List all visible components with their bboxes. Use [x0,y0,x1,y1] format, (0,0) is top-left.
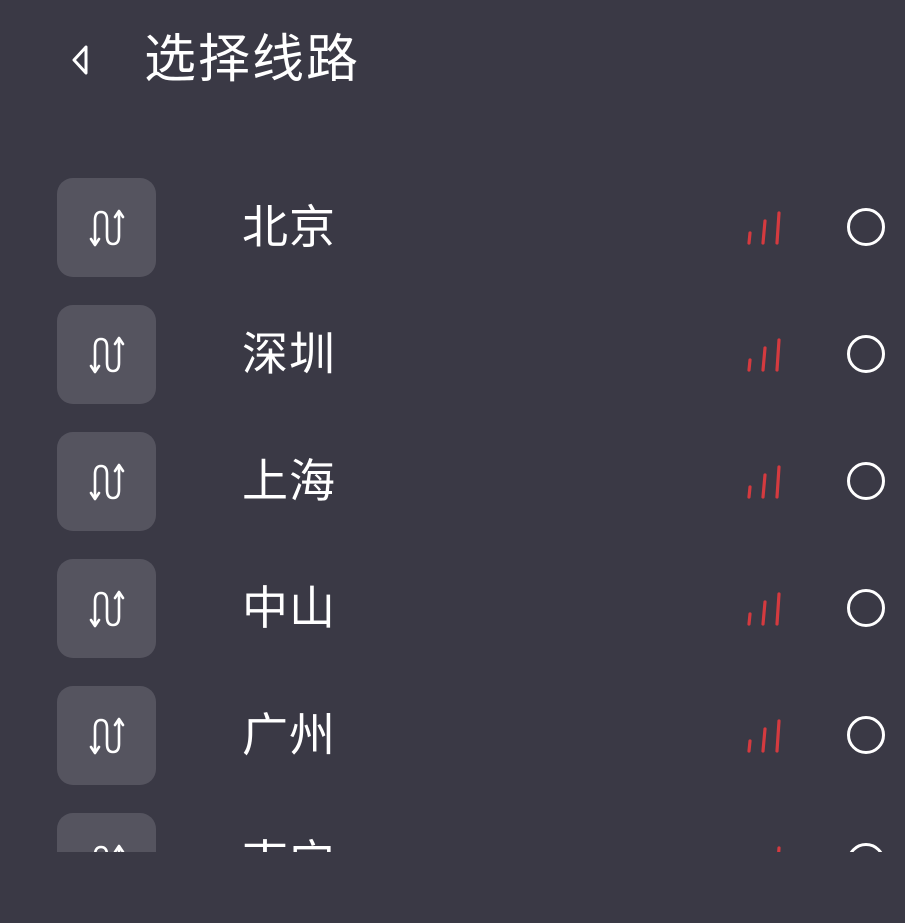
route-item[interactable]: 深圳 [0,305,905,404]
route-s-curve-icon [93,844,124,852]
signal-strength-icon [747,338,781,372]
page-title: 选择线路 [144,30,361,90]
route-s-curve-icon [89,463,124,500]
route-s-curve-icon [89,209,124,246]
route-icon-tile [57,559,156,658]
route-item[interactable]: 广州 [0,686,905,785]
signal-strength-icon [747,719,781,753]
route-item[interactable]: 南宁 [0,813,905,852]
route-radio[interactable] [847,462,885,500]
route-name: 广州 [242,708,336,762]
route-radio[interactable] [847,589,885,627]
signal-strength-icon [747,592,781,626]
route-radio[interactable] [847,843,885,852]
route-icon-tile [57,813,156,852]
route-item[interactable]: 中山 [0,559,905,658]
route-radio[interactable] [847,716,885,754]
route-radio[interactable] [847,335,885,373]
route-icon-tile [57,305,156,404]
route-radio[interactable] [847,208,885,246]
route-icon-tile [57,178,156,277]
route-name: 北京 [242,200,336,254]
signal-strength-icon [747,465,781,499]
route-item[interactable]: 上海 [0,432,905,531]
route-list[interactable]: 北京 深圳 上海 中山 广州 [0,178,905,852]
route-name: 深圳 [242,327,336,381]
route-name: 上海 [242,454,336,508]
route-s-curve-icon [89,336,124,373]
signal-strength-icon [777,846,781,852]
route-name: 中山 [242,581,336,635]
route-icon-tile [57,432,156,531]
back-button[interactable] [56,36,104,84]
route-icon-tile [57,686,156,785]
route-s-curve-icon [89,590,124,627]
route-name: 南宁 [242,834,336,852]
signal-strength-icon [747,211,781,245]
header: 选择线路 [0,0,905,120]
route-s-curve-icon [89,717,124,754]
chevron-left-icon [72,45,88,75]
route-item[interactable]: 北京 [0,178,905,277]
